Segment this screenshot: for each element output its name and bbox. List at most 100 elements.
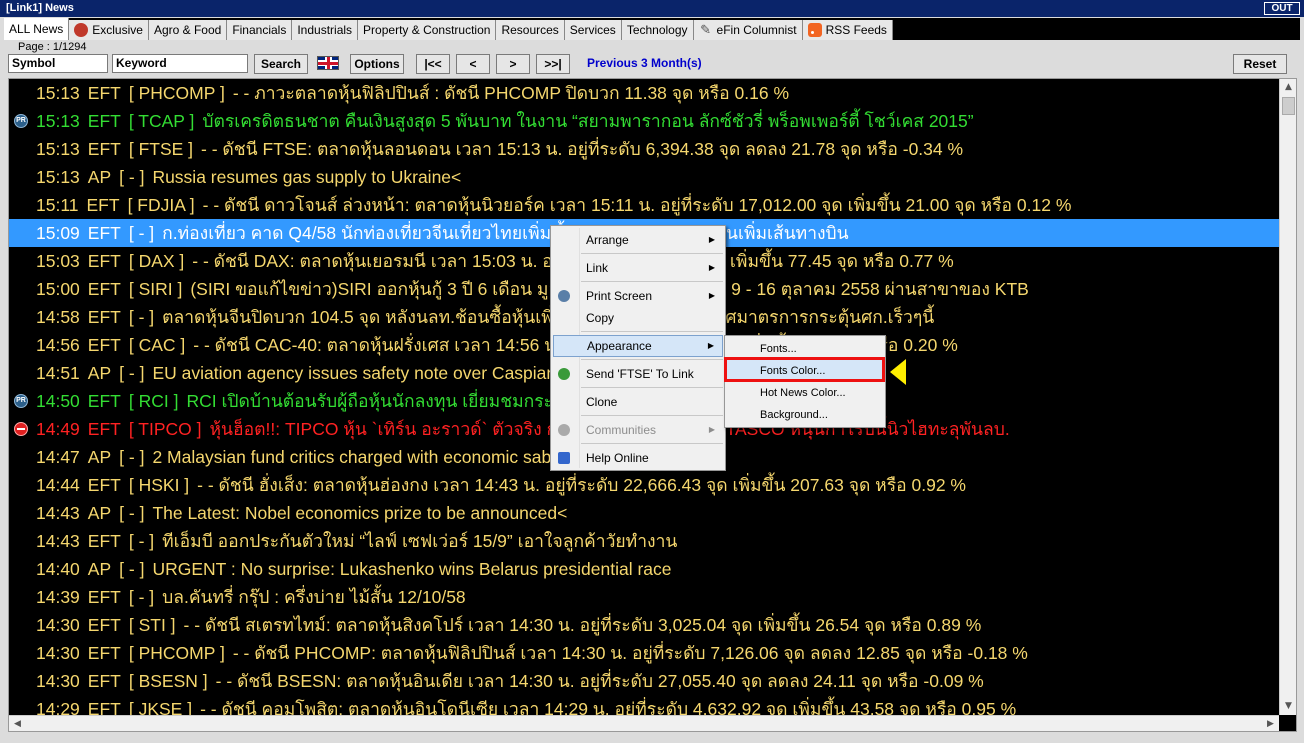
news-row[interactable]: 15:11 EFT [ FDJIA ] - - ดัชนี ดาวโจนส์ ล่วง… <box>9 191 1279 219</box>
press-release-icon: PR <box>14 394 28 408</box>
horizontal-scrollbar[interactable]: ◀ ▶ <box>9 715 1279 731</box>
news-symbol: [ DAX ] <box>128 251 185 271</box>
scroll-down-icon[interactable]: ▼ <box>1280 698 1296 715</box>
menu-item-clone[interactable]: Clone <box>553 391 723 413</box>
menu-item-communities[interactable]: Communities ▶ <box>553 419 723 441</box>
news-row[interactable]: 14:30 EFT [ STI ] - - ดัชนี สเตรทไทม์: ตลาด… <box>9 611 1279 639</box>
news-row[interactable]: 14:43 EFT [ - ] ทีเอ็มบี ออกประกันตัวใหม่ “… <box>9 527 1279 555</box>
news-row[interactable]: 14:43 AP [ - ] The Latest: Nobel economics … <box>9 499 1279 527</box>
news-source: EFT <box>87 83 121 103</box>
search-button[interactable]: Search <box>254 54 308 74</box>
highlight-box <box>724 357 885 382</box>
news-source: AP <box>87 363 112 383</box>
news-symbol: [ - ] <box>119 363 145 383</box>
scroll-left-icon[interactable]: ◀ <box>9 716 26 731</box>
category-tab-bar: ALL News Exclusive Agro & Food Financial… <box>4 18 1300 40</box>
news-headline: บล.คันทรี่ กรุ๊ป : ครึ่งบ่าย ไม้สั้น 12/… <box>162 587 466 607</box>
symbol-input[interactable]: Symbol <box>8 54 108 73</box>
scroll-thumb[interactable] <box>1282 97 1295 115</box>
reset-button[interactable]: Reset <box>1233 54 1287 74</box>
last-page-button[interactable]: >>| <box>536 54 570 74</box>
menu-item-label: Copy <box>586 311 615 325</box>
tab-industrials[interactable]: Industrials <box>292 20 359 40</box>
menu-item-copy[interactable]: Copy <box>553 307 723 329</box>
news-time: 15:03 <box>36 251 80 271</box>
tab-technology[interactable]: Technology <box>621 20 694 40</box>
page-indicator: Page : 1/1294 <box>18 41 87 53</box>
tab-efin-columnist[interactable]: ✎ eFin Columnist <box>693 20 803 40</box>
tab-exclusive[interactable]: Exclusive <box>69 20 149 40</box>
news-symbol: [ - ] <box>128 587 155 607</box>
uk-flag-icon[interactable] <box>317 56 339 70</box>
menu-separator <box>581 387 723 388</box>
menu-separator <box>581 443 723 444</box>
tab-agro-food[interactable]: Agro & Food <box>148 20 228 40</box>
news-symbol: [ - ] <box>128 223 155 243</box>
news-symbol: [ PHCOMP ] <box>128 83 225 103</box>
news-row[interactable]: PR 15:13 EFT [ TCAP ] บัตรเครดิตธนชาต คืนเงิ… <box>9 107 1279 135</box>
news-headline: 2 Malaysian fund critics charged with ec… <box>152 447 606 467</box>
tab-property-construction[interactable]: Property & Construction <box>358 20 497 40</box>
news-symbol: [ SIRI ] <box>128 279 183 299</box>
window-title: [Link1] News <box>6 2 74 14</box>
news-time: 14:58 <box>36 307 80 327</box>
options-button[interactable]: Options <box>350 54 404 74</box>
news-headline: - - ดัชนี ดาวโจนส์ ล่วงหน้า: ตลาดหุ้นนิว… <box>202 195 1072 215</box>
prev-page-button[interactable]: < <box>456 54 490 74</box>
submenu-item-background[interactable]: Background... <box>727 404 883 426</box>
out-button[interactable]: OUT <box>1264 2 1300 15</box>
news-row[interactable]: 15:13 AP [ - ] Russia resumes gas supply to… <box>9 163 1279 191</box>
news-source: EFT <box>87 671 121 691</box>
news-row[interactable]: 14:44 EFT [ HSKI ] - - ดัชนี ฮั่งเส็ง: ตลาด… <box>9 471 1279 499</box>
tab-all-news[interactable]: ALL News <box>4 18 70 40</box>
news-source: EFT <box>87 279 121 299</box>
tab-label: Services <box>569 23 616 37</box>
previous-months-link[interactable]: Previous 3 Month(s) <box>587 56 702 70</box>
news-time: 14:39 <box>36 587 80 607</box>
news-source: EFT <box>87 391 121 411</box>
news-row[interactable]: 14:40 AP [ - ] URGENT : No surprise: Lukash… <box>9 555 1279 583</box>
news-source: AP <box>87 559 112 579</box>
tab-financials[interactable]: Financials <box>227 20 293 40</box>
news-row[interactable]: 14:39 EFT [ - ] บล.คันทรี่ กรุ๊ป : ครึ่งบ่า… <box>9 583 1279 611</box>
tab-rss-feeds[interactable]: RSS Feeds <box>802 20 893 40</box>
news-row[interactable]: 15:13 EFT [ PHCOMP ] - - ภาวะตลาดหุ้นฟิลิปป… <box>9 79 1279 107</box>
menu-item-label: Clone <box>586 395 618 409</box>
tab-label: Exclusive <box>92 23 143 37</box>
communities-icon <box>558 424 570 436</box>
submenu-item-hot-news-color[interactable]: Hot News Color... <box>727 382 883 404</box>
menu-item-send-ftse-to-link[interactable]: Send 'FTSE' To Link <box>553 363 723 385</box>
menu-item-print-screen[interactable]: Print Screen ▶ <box>553 285 723 307</box>
menu-separator <box>581 359 723 360</box>
menu-item-help-online[interactable]: Help Online <box>553 447 723 469</box>
news-symbol: [ PHCOMP ] <box>128 643 225 663</box>
first-page-button[interactable]: |<< <box>416 54 450 74</box>
news-symbol: [ BSESN ] <box>128 671 208 691</box>
menu-item-arrange[interactable]: Arrange ▶ <box>553 229 723 251</box>
next-page-button[interactable]: > <box>496 54 530 74</box>
tab-services[interactable]: Services <box>564 20 622 40</box>
keyword-input[interactable]: Keyword <box>112 54 248 73</box>
news-source: EFT <box>87 223 121 243</box>
tab-label: Property & Construction <box>363 23 491 37</box>
news-headline: ก.ท่องเที่ยว คาด Q4/58 นักท่องเที่ยวจีนเ… <box>162 223 849 243</box>
news-row[interactable]: 14:30 EFT [ BSESN ] - - ดัชนี BSESN: ตลาดหุ… <box>9 667 1279 695</box>
menu-item-label: Arrange <box>586 233 629 247</box>
news-headline: - - ดัชนี PHCOMP: ตลาดหุ้นฟิลิปปินส์ เวล… <box>232 643 1028 663</box>
news-source: EFT <box>87 419 121 439</box>
vertical-scrollbar[interactable]: ▲ ▼ <box>1279 79 1296 715</box>
submenu-arrow-icon: ▶ <box>707 341 714 350</box>
tab-label: Agro & Food <box>153 23 222 37</box>
news-source: EFT <box>87 139 121 159</box>
news-row[interactable]: 14:30 EFT [ PHCOMP ] - - ดัชนี PHCOMP: ตลาด… <box>9 639 1279 667</box>
news-row[interactable]: 15:13 EFT [ FTSE ] - - ดัชนี FTSE: ตลาดหุ้น… <box>9 135 1279 163</box>
menu-item-appearance[interactable]: Appearance ▶ <box>553 335 723 357</box>
pen-icon: ✎ <box>700 22 711 37</box>
news-symbol: [ - ] <box>128 307 155 327</box>
menu-separator <box>581 331 723 332</box>
tab-resources[interactable]: Resources <box>496 20 565 40</box>
scroll-up-icon[interactable]: ▲ <box>1280 79 1296 96</box>
scroll-right-icon[interactable]: ▶ <box>1262 716 1279 731</box>
tab-label: RSS Feeds <box>825 23 887 37</box>
menu-item-link[interactable]: Link ▶ <box>553 257 723 279</box>
